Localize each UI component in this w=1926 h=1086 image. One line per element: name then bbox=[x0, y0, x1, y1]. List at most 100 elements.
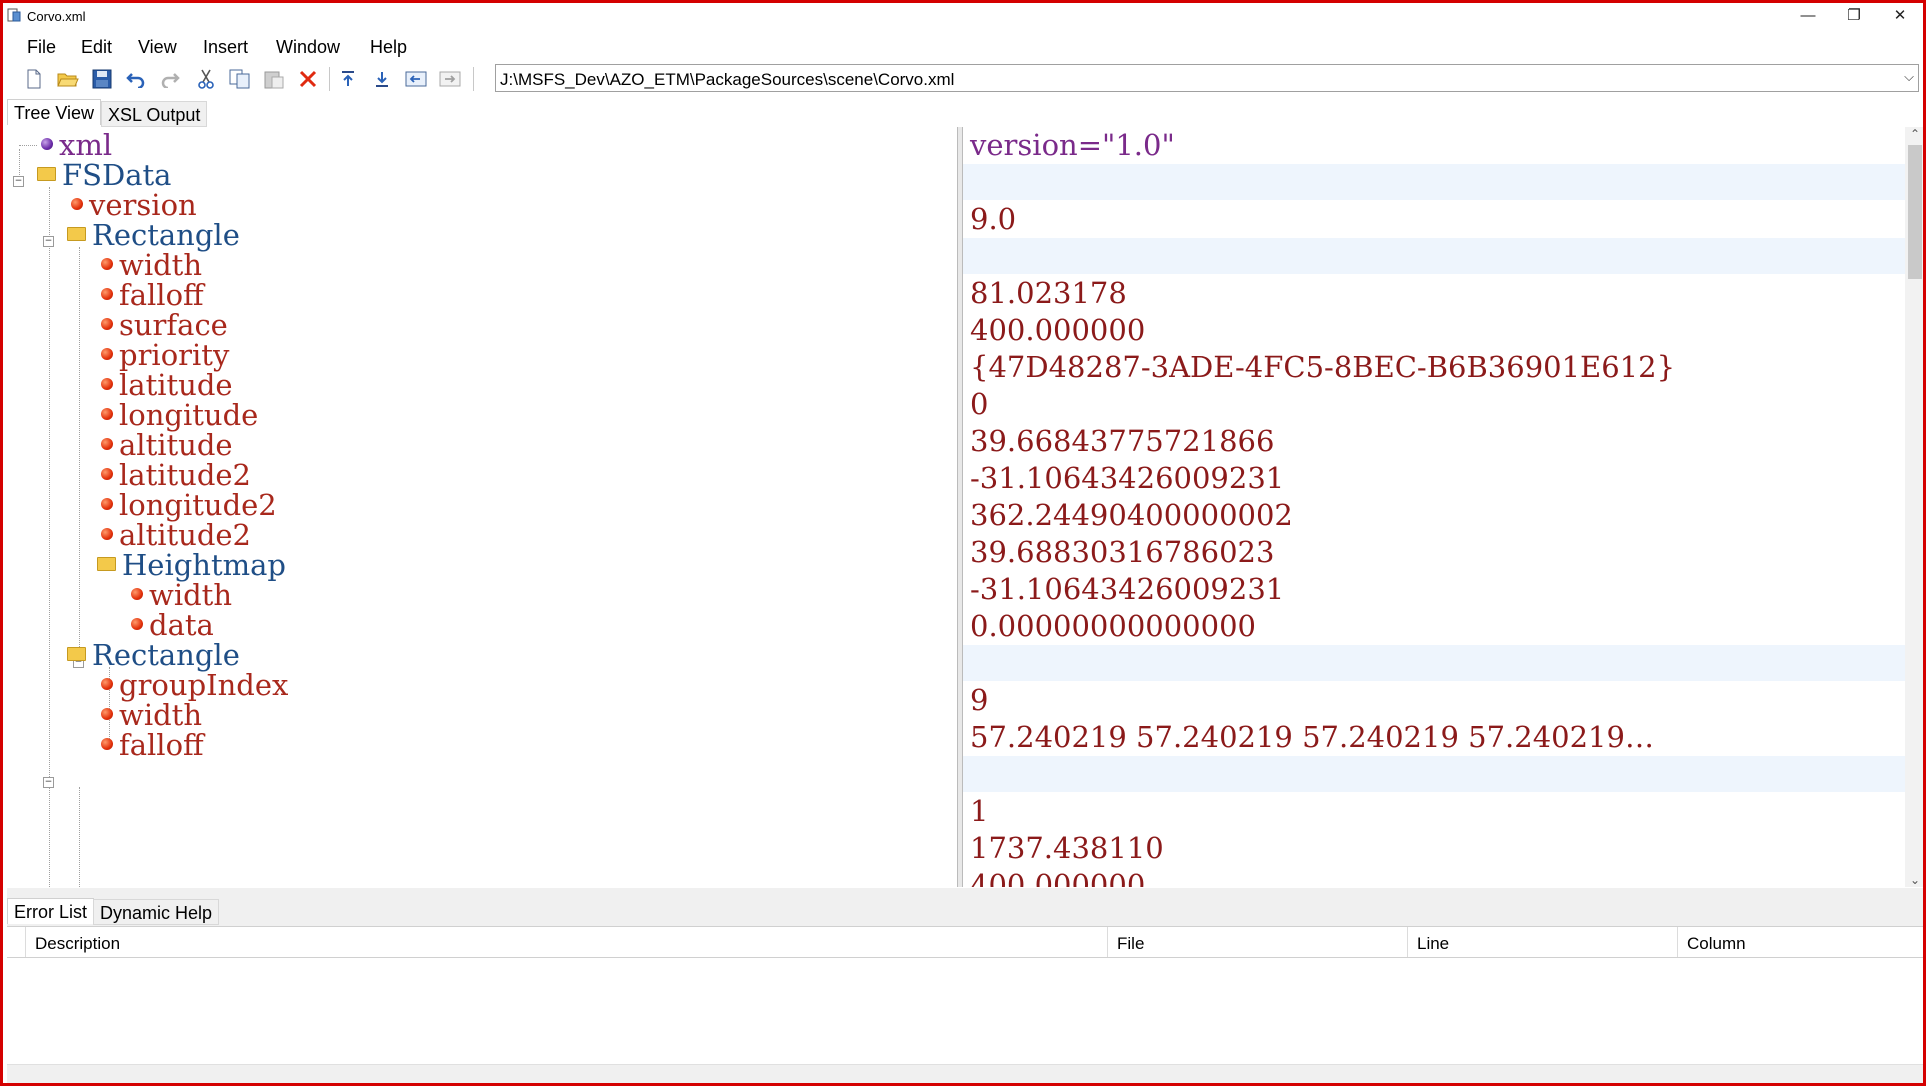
value-cell[interactable]: 39.68830316786023 bbox=[963, 534, 1905, 570]
new-file-icon[interactable] bbox=[21, 66, 47, 92]
tab-error-list[interactable]: Error List bbox=[7, 898, 95, 924]
tab-dynamic-help[interactable]: Dynamic Help bbox=[93, 899, 220, 925]
tree-connector bbox=[19, 145, 37, 146]
collapse-toggle[interactable]: − bbox=[13, 176, 24, 187]
column-header-line[interactable]: Line bbox=[1417, 934, 1449, 954]
column-divider[interactable] bbox=[1677, 927, 1678, 957]
element-icon bbox=[101, 408, 113, 420]
value-cell[interactable]: 57.240219 57.240219 57.240219 57.240219… bbox=[963, 719, 1905, 755]
value-cell[interactable]: version="1.0" bbox=[963, 127, 1905, 163]
column-divider[interactable] bbox=[1107, 927, 1108, 957]
column-divider bbox=[25, 927, 26, 957]
menu-view[interactable]: View bbox=[138, 37, 177, 58]
cut-icon[interactable] bbox=[193, 66, 219, 92]
value-cell[interactable] bbox=[963, 164, 1905, 200]
element-icon bbox=[101, 468, 113, 480]
undo-icon[interactable] bbox=[123, 66, 149, 92]
tree-connector bbox=[79, 787, 80, 887]
menu-bar: File Edit View Insert Window Help bbox=[3, 35, 1923, 59]
open-folder-icon[interactable] bbox=[55, 66, 81, 92]
app-icon bbox=[7, 8, 21, 22]
scrollbar-thumb[interactable] bbox=[1908, 145, 1922, 279]
collapse-toggle[interactable]: − bbox=[43, 236, 54, 247]
delete-icon[interactable] bbox=[295, 66, 321, 92]
window-title: Corvo.xml bbox=[27, 9, 86, 24]
toolbar-separator bbox=[473, 67, 474, 91]
paste-icon[interactable] bbox=[261, 66, 287, 92]
tree-connector bbox=[19, 149, 20, 179]
value-panel[interactable]: version="1.0" 9.0 81.023178 400.000000 {… bbox=[963, 127, 1905, 887]
vertical-scrollbar[interactable]: ⌃ ⌄ bbox=[1905, 127, 1923, 887]
collapse-toggle[interactable]: − bbox=[43, 777, 54, 788]
element-icon bbox=[101, 738, 113, 750]
element-icon bbox=[101, 378, 113, 390]
title-bar: Corvo.xml — ❐ ✕ bbox=[3, 3, 1923, 28]
folder-icon bbox=[67, 647, 86, 661]
element-icon bbox=[101, 348, 113, 360]
menu-window[interactable]: Window bbox=[276, 37, 340, 58]
value-cell[interactable]: 1 bbox=[963, 793, 1905, 829]
file-path-combobox[interactable]: J:\MSFS_Dev\AZO_ETM\PackageSources\scene… bbox=[495, 64, 1919, 92]
column-divider[interactable] bbox=[1407, 927, 1408, 957]
scroll-down-icon[interactable]: ⌄ bbox=[1905, 873, 1923, 887]
value-cell[interactable]: 9.0 bbox=[963, 201, 1905, 237]
column-header-file[interactable]: File bbox=[1117, 934, 1144, 954]
value-cell[interactable]: {47D48287-3ADE-4FC5-8BEC-B6B36901E612} bbox=[963, 349, 1905, 385]
value-cell[interactable]: 81.023178 bbox=[963, 275, 1905, 311]
element-icon bbox=[131, 618, 143, 630]
move-up-icon[interactable] bbox=[335, 66, 361, 92]
maximize-button[interactable]: ❐ bbox=[1831, 3, 1877, 28]
element-icon bbox=[101, 438, 113, 450]
redo-icon[interactable] bbox=[157, 66, 183, 92]
folder-icon bbox=[97, 557, 116, 571]
value-cell[interactable]: 9 bbox=[963, 682, 1905, 718]
menu-insert[interactable]: Insert bbox=[203, 37, 248, 58]
nudge-right-icon[interactable] bbox=[437, 66, 463, 92]
copy-icon[interactable] bbox=[227, 66, 253, 92]
value-cell[interactable]: 0 bbox=[963, 386, 1905, 422]
close-button[interactable]: ✕ bbox=[1877, 3, 1923, 28]
value-cell[interactable]: 1737.438110 bbox=[963, 830, 1905, 866]
minimize-button[interactable]: — bbox=[1785, 3, 1831, 28]
error-list-body[interactable] bbox=[7, 958, 1923, 1064]
scroll-up-icon[interactable]: ⌃ bbox=[1905, 127, 1923, 141]
tree-connector bbox=[79, 247, 80, 667]
folder-icon bbox=[37, 167, 56, 181]
nudge-left-icon[interactable] bbox=[403, 66, 429, 92]
element-icon bbox=[101, 288, 113, 300]
value-cell[interactable] bbox=[963, 645, 1905, 681]
tree-node-falloff[interactable]: falloff bbox=[101, 727, 204, 763]
tree-node-label: falloff bbox=[119, 728, 204, 762]
file-path-text: J:\MSFS_Dev\AZO_ETM\PackageSources\scene… bbox=[500, 70, 955, 89]
value-cell[interactable]: 39.66843775721866 bbox=[963, 423, 1905, 459]
value-cell[interactable]: -31.10643426009231 bbox=[963, 571, 1905, 607]
value-cell[interactable]: 400.000000 bbox=[963, 312, 1905, 348]
menu-help[interactable]: Help bbox=[370, 37, 407, 58]
tree-view-panel[interactable]: − − − − xml FSData version Rectangle wid… bbox=[7, 127, 957, 887]
element-icon bbox=[101, 678, 113, 690]
element-icon bbox=[71, 198, 83, 210]
menu-file[interactable]: File bbox=[27, 37, 56, 58]
element-icon bbox=[131, 588, 143, 600]
folder-icon bbox=[67, 227, 86, 241]
menu-edit[interactable]: Edit bbox=[81, 37, 112, 58]
column-header-column[interactable]: Column bbox=[1687, 934, 1746, 954]
tab-xsl-output[interactable]: XSL Output bbox=[101, 101, 208, 127]
tab-tree-view[interactable]: Tree View bbox=[7, 99, 102, 125]
value-cell[interactable] bbox=[963, 756, 1905, 792]
value-cell[interactable] bbox=[963, 238, 1905, 274]
pi-icon bbox=[41, 138, 53, 150]
chevron-down-icon[interactable]: ⌵ bbox=[1904, 69, 1914, 85]
value-cell[interactable]: 362.24490400000002 bbox=[963, 497, 1905, 533]
value-cell[interactable]: 400.000000 bbox=[963, 867, 1905, 887]
move-down-icon[interactable] bbox=[369, 66, 395, 92]
toolbar-separator bbox=[329, 67, 330, 91]
horizontal-scrollbar[interactable] bbox=[7, 1064, 1923, 1083]
value-cell[interactable]: 0.00000000000000 bbox=[963, 608, 1905, 644]
app-window: Corvo.xml — ❐ ✕ File Edit View Insert Wi… bbox=[0, 0, 1926, 1086]
column-header-description[interactable]: Description bbox=[35, 934, 120, 954]
element-icon bbox=[101, 528, 113, 540]
element-icon bbox=[101, 498, 113, 510]
value-cell[interactable]: -31.10643426009231 bbox=[963, 460, 1905, 496]
save-icon[interactable] bbox=[89, 66, 115, 92]
